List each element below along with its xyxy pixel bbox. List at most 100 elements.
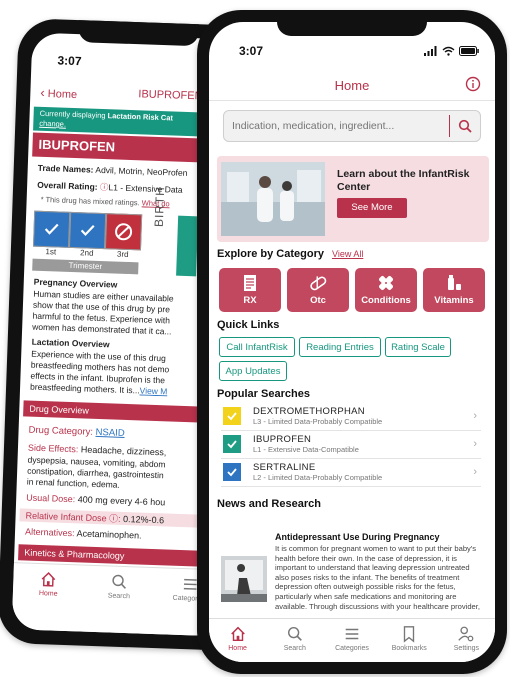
home-icon [41,572,56,587]
drug-category-link[interactable]: NSAID [95,427,124,439]
news-item-title[interactable]: Antidepressant Use During Pregnancy [275,532,440,542]
chevron-right-icon: › [473,438,477,450]
explore-title: Explore by Category [217,248,324,260]
side-effects-label: Side Effects: [27,442,79,455]
nav-title: IBUPROFEN [138,88,203,103]
chevron-right-icon: › [473,466,477,478]
quick-link-rating-scale[interactable]: Rating Scale [385,337,451,357]
popular-item[interactable]: SERTRALINE L2 - Limited Data-Probably Co… [221,460,481,487]
trimester-1-badge[interactable] [33,210,71,248]
category-conditions[interactable]: Conditions [355,268,417,312]
popular-name: DEXTROMETHORPHAN [253,406,365,417]
check-icon [80,224,95,237]
back-tab-bar: Home Search Categories [11,562,226,637]
category-otc[interactable]: Otc [287,268,349,312]
search-icon [287,626,302,641]
popular-name: SERTRALINE [253,462,316,473]
popular-rating: L2 - Limited Data-Probably Compatible [253,473,383,482]
alternatives-value: Acetaminophen. [76,528,142,541]
view-all-link[interactable]: View All [332,249,363,259]
search-icon [458,119,472,133]
chevron-left-icon: ‹ [40,84,46,100]
side-effects-line: Headache, dizziness, [80,444,167,458]
check-icon [227,468,237,477]
explore-section-title: Explore by Category View All [217,248,363,260]
back-button[interactable]: ‹ Home [40,85,77,101]
tab-label: Categories [335,645,369,652]
status-time: 3:07 [239,44,264,58]
quick-link-call[interactable]: Call InfantRisk [219,337,295,357]
signal-icon [424,46,437,56]
overall-rating-value: L1 - Extensive Data [108,182,183,195]
usual-dose-value: 400 mg every 4-6 hou [77,494,166,508]
home-icon [230,626,245,642]
trimester-2-badge[interactable] [68,211,107,250]
usual-dose-label: Usual Dose: [26,492,76,505]
popular-item[interactable]: DEXTROMETHORPHAN L3 - Limited Data-Proba… [221,404,481,431]
tab-categories[interactable]: Categories [323,619,380,662]
home-screen: 3:07 Home Indication, medication, ingred… [209,22,495,662]
tab-bookmarks[interactable]: Bookmarks [381,619,438,662]
check-icon [44,223,59,235]
popular-name: IBUPROFEN [253,434,312,445]
battery-icon [459,46,479,56]
home-tab-bar: Home Search Categories Bookmarks Setting… [209,618,495,662]
alternatives-label: Alternatives: [24,526,75,539]
tab-home[interactable]: Home [12,563,85,632]
overall-rating-label: Overall Rating: [36,179,98,192]
search-button[interactable] [450,111,480,141]
check-icon [227,440,237,449]
banner-change-link[interactable]: change. [39,119,66,129]
news-item-body: It is common for pregnant women to want … [275,544,481,611]
tab-search[interactable]: Search [266,619,323,662]
info-icon[interactable] [465,76,481,92]
rating-badge [223,407,241,425]
trade-names-label: Trade Names: [37,162,94,175]
popular-item[interactable]: IBUPROFEN L1 - Extensive Data-Compatible… [221,432,481,459]
quick-link-app-updates[interactable]: App Updates [219,361,287,381]
rating-badge [223,435,241,453]
category-label: Vitamins [434,295,474,306]
category-rx[interactable]: RX [219,268,281,312]
tab-label: Search [283,645,306,652]
trimester-3-badge[interactable] [104,213,143,251]
view-more-link[interactable]: View M [139,385,167,396]
tab-settings[interactable]: Settings [438,619,495,662]
back-label: Home [47,88,78,102]
list-icon [345,628,359,640]
search-input[interactable] [224,119,449,133]
trade-names-value: Advil, Motrin, NeoProfen [95,164,188,178]
trimester-3-label: 3rd [116,249,129,259]
news-section-title: News and Research [217,498,321,510]
tab-search[interactable]: Search [82,566,155,635]
banner-bold: Lactation Risk Cat [107,111,174,123]
prohibited-icon [115,223,133,241]
pill-icon [310,276,327,291]
front-phone-frame: 3:07 Home Indication, medication, ingred… [197,10,507,674]
quick-link-reading[interactable]: Reading Entries [299,337,381,357]
see-more-button[interactable]: See More [337,198,407,218]
lab-scene-image [221,162,325,236]
rid-value: 0.12%-0.6 [122,513,165,526]
search-icon [112,574,127,589]
wifi-icon [442,46,455,56]
popular-title: Popular Searches [217,388,310,400]
page-title: Home [334,78,370,93]
category-vitamins[interactable]: Vitamins [423,268,485,312]
trimester-2-label: 2nd [79,248,94,258]
tab-label: Bookmarks [391,645,427,652]
phone-notch [78,20,199,47]
category-label: Conditions [361,295,411,306]
category-label: RX [243,295,257,306]
rid-label: Relative Infant Dose [25,510,107,524]
info-icon[interactable]: ⓘ: [109,513,121,523]
settings-person-icon [458,626,474,642]
news-thumbnail[interactable] [221,556,267,602]
promo-card[interactable]: Learn about the InfantRisk Center See Mo… [217,156,489,242]
trimester-caption: Trimester [32,258,139,275]
bandage-icon [379,276,393,290]
mixed-note-text: * This drug has mixed ratings. [40,194,140,208]
check-icon [227,412,237,421]
tab-home[interactable]: Home [209,619,266,662]
lactation-badge[interactable] [176,215,199,277]
